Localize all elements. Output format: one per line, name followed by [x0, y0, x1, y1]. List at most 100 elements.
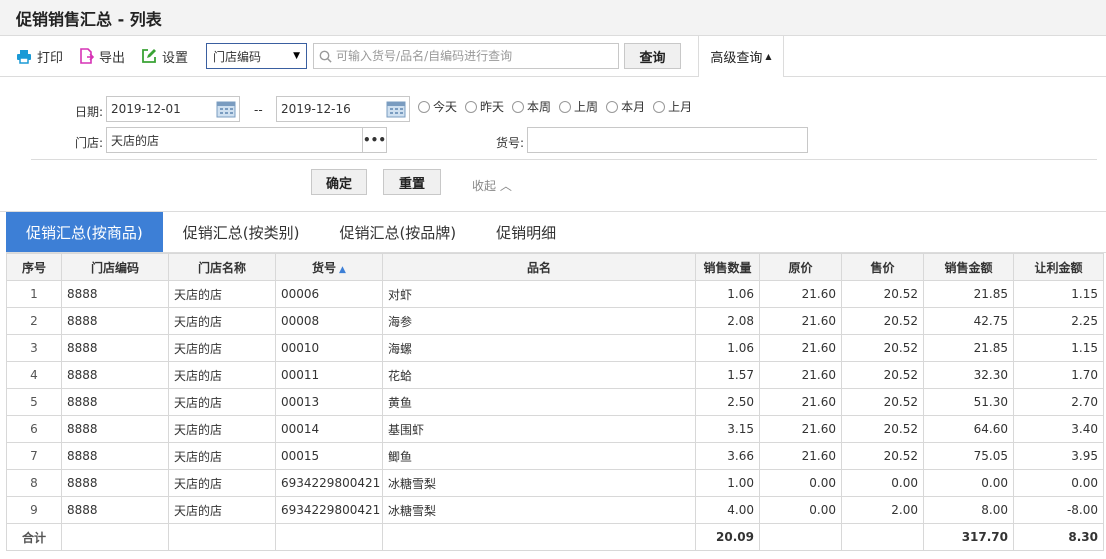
more-icon[interactable]: •••	[362, 128, 386, 152]
radio-this-month[interactable]: 本月	[606, 98, 645, 115]
cell-index: 9	[6, 496, 62, 524]
tab-detail[interactable]: 促销明细	[476, 212, 576, 252]
confirm-button[interactable]: 确定	[311, 169, 367, 195]
tab-by-product[interactable]: 促销汇总(按商品)	[6, 212, 163, 252]
store-field[interactable]: 天店的店 •••	[106, 127, 387, 153]
page-title: 促销销售汇总 - 列表	[0, 0, 1106, 36]
cell-store-name: 天店的店	[168, 280, 276, 308]
table-row[interactable]: 5 8888 天店的店 00013 黄鱼 2.50 21.60 20.52 51.30 2.70	[6, 388, 1104, 416]
cell-sku: 00011	[275, 361, 383, 389]
settings-button[interactable]: 设置	[141, 47, 188, 66]
cell-amount: 8.00	[923, 496, 1014, 524]
cell-price: 20.52	[841, 280, 924, 308]
table-row[interactable]: 7 8888 天店的店 00015 鲫鱼 3.66 21.60 20.52 75.05 3.95	[6, 442, 1104, 470]
col-header-store-name[interactable]: 门店名称	[168, 253, 276, 281]
search-field-select[interactable]: 门店编码 ▼	[206, 43, 308, 69]
cell-product-name: 黄鱼	[382, 388, 696, 416]
col-header-product-name[interactable]: 品名	[382, 253, 696, 281]
cell-sku: 6934229800421	[275, 469, 383, 497]
cell-store-code: 8888	[61, 496, 169, 524]
radio-circle	[606, 100, 619, 113]
radio-yesterday[interactable]: 昨天	[465, 98, 504, 115]
cell-sku: 6934229800421	[275, 496, 383, 524]
search-field-select-value: 门店编码	[213, 49, 262, 64]
store-value: 天店的店	[111, 133, 160, 148]
cell-orig-price: 0.00	[759, 496, 842, 524]
toolbar: 打印 导出 设置 门店编码 ▼ 查询 高级查询 ▲	[0, 36, 1106, 77]
table-body: 1 8888 天店的店 00006 对虾 1.06 21.60 20.52 21.85 1.15 2…	[6, 280, 1104, 551]
radio-this-week[interactable]: 本周	[512, 98, 551, 115]
table-row[interactable]: 2 8888 天店的店 00008 海参 2.08 21.60 20.52 42.75 2.25	[6, 307, 1104, 335]
total-cell-qty: 20.09	[695, 523, 760, 551]
date-from-field[interactable]: 2019-12-01	[106, 96, 240, 122]
export-button[interactable]: 导出	[79, 47, 125, 66]
col-header-orig-price[interactable]: 原价	[759, 253, 842, 281]
calendar-icon[interactable]	[386, 100, 406, 118]
col-header-index[interactable]: 序号	[6, 253, 62, 281]
cell-product-name: 海参	[382, 307, 696, 335]
radio-last-month[interactable]: 上月	[653, 98, 692, 115]
printer-icon	[17, 49, 31, 64]
tab-by-category[interactable]: 促销汇总(按类别)	[163, 212, 320, 252]
tab-by-brand[interactable]: 促销汇总(按品牌)	[319, 212, 476, 252]
cell-store-name: 天店的店	[168, 334, 276, 362]
cell-sku: 00014	[275, 415, 383, 443]
cell-index: 6	[6, 415, 62, 443]
radio-today[interactable]: 今天	[418, 98, 457, 115]
settings-label: 设置	[162, 50, 189, 66]
calendar-icon[interactable]	[216, 100, 236, 118]
cell-discount: 1.70	[1013, 361, 1104, 389]
cell-store-name: 天店的店	[168, 442, 276, 470]
cell-store-name: 天店的店	[168, 496, 276, 524]
cell-store-code: 8888	[61, 415, 169, 443]
sku-input[interactable]	[527, 127, 808, 153]
radio-label: 今天	[433, 100, 458, 114]
table-row[interactable]: 3 8888 天店的店 00010 海螺 1.06 21.60 20.52 21.85 1.15	[6, 334, 1104, 362]
cell-index: 7	[6, 442, 62, 470]
col-header-discount[interactable]: 让利金额	[1013, 253, 1104, 281]
cell-store-code: 8888	[61, 388, 169, 416]
cell-qty: 1.00	[695, 469, 760, 497]
table-row[interactable]: 6 8888 天店的店 00014 基围虾 3.15 21.60 20.52 64.60 3.40	[6, 415, 1104, 443]
col-header-sku-label: 货号	[312, 260, 337, 275]
total-cell-store-code	[61, 523, 169, 551]
table-row[interactable]: 9 8888 天店的店 6934229800421 冰糖雪梨 4.00 0.00 2.00 8.…	[6, 496, 1104, 524]
cell-product-name: 冰糖雪梨	[382, 469, 696, 497]
radio-circle	[559, 100, 572, 113]
total-cell-sku	[275, 523, 383, 551]
reset-button[interactable]: 重置	[383, 169, 441, 195]
advanced-search-toggle[interactable]: 高级查询 ▲	[698, 36, 784, 77]
table-row[interactable]: 8 8888 天店的店 6934229800421 冰糖雪梨 1.00 0.00 0.00 0.…	[6, 469, 1104, 497]
cell-qty: 2.50	[695, 388, 760, 416]
cell-qty: 1.06	[695, 280, 760, 308]
total-cell-amount: 317.70	[923, 523, 1014, 551]
search-input[interactable]	[336, 49, 607, 63]
sku-label: 货号:	[496, 136, 525, 150]
table-row[interactable]: 4 8888 天店的店 00011 花蛤 1.57 21.60 20.52 32.30 1.70	[6, 361, 1104, 389]
query-button[interactable]: 查询	[624, 43, 682, 69]
cell-store-code: 8888	[61, 280, 169, 308]
cell-store-code: 8888	[61, 361, 169, 389]
total-cell-orig-price	[759, 523, 842, 551]
col-header-qty[interactable]: 销售数量	[695, 253, 760, 281]
col-header-store-code[interactable]: 门店编码	[61, 253, 169, 281]
caret-down-icon: ▼	[293, 51, 301, 61]
advanced-search-panel: 日期: 2019-12-01 -- 2019-12-16 今天 昨天 本周 上周…	[0, 77, 1106, 212]
cell-amount: 51.30	[923, 388, 1014, 416]
cell-amount: 0.00	[923, 469, 1014, 497]
radio-label: 昨天	[480, 100, 505, 114]
col-header-sku[interactable]: 货号 ▲	[275, 253, 383, 281]
date-to-field[interactable]: 2019-12-16	[276, 96, 410, 122]
radio-circle	[512, 100, 525, 113]
radio-last-week[interactable]: 上周	[559, 98, 598, 115]
print-button[interactable]: 打印	[16, 47, 63, 66]
collapse-link[interactable]: 收起 ︿	[472, 177, 512, 194]
cell-orig-price: 21.60	[759, 415, 842, 443]
col-header-amount[interactable]: 销售金额	[923, 253, 1014, 281]
cell-product-name: 鲫鱼	[382, 442, 696, 470]
table-row[interactable]: 1 8888 天店的店 00006 对虾 1.06 21.60 20.52 21.85 1.15	[6, 280, 1104, 308]
cell-store-name: 天店的店	[168, 307, 276, 335]
cell-product-name: 花蛤	[382, 361, 696, 389]
collapse-label: 收起	[472, 179, 497, 193]
col-header-price[interactable]: 售价	[841, 253, 924, 281]
